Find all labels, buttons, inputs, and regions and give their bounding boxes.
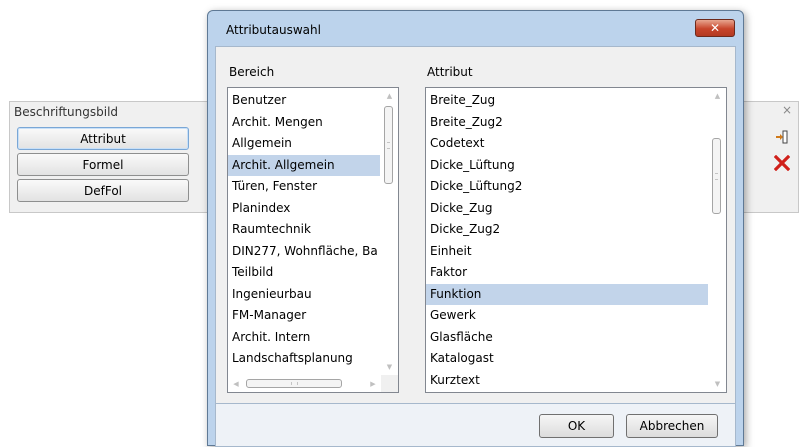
- palette-title: Beschriftungsbild: [14, 105, 119, 119]
- list-item[interactable]: Dicke_Lüftung2: [426, 176, 708, 198]
- insert-column-icon[interactable]: [775, 130, 789, 147]
- grip-icon: [291, 382, 298, 385]
- ok-button[interactable]: OK: [539, 414, 614, 438]
- list-item[interactable]: Breite_Zug2: [426, 112, 708, 134]
- list-item[interactable]: Ingenieurbau: [228, 284, 380, 306]
- scrollbar-corner: [381, 375, 398, 392]
- list-item[interactable]: Breite_Zug: [426, 90, 708, 112]
- scroll-thumb[interactable]: [712, 138, 721, 214]
- list-item[interactable]: Dicke_Zug2: [426, 219, 708, 241]
- close-button[interactable]: ✕: [695, 19, 735, 37]
- bereich-vertical-scrollbar[interactable]: ▲ ▼: [381, 88, 398, 375]
- grip-icon: [387, 142, 390, 149]
- close-icon[interactable]: ×: [782, 103, 792, 117]
- close-icon: ✕: [709, 21, 721, 35]
- formel-button[interactable]: Formel: [17, 153, 189, 176]
- bereich-horizontal-scrollbar[interactable]: ◀ ▶: [228, 375, 381, 392]
- attribut-list: Breite_Zug Breite_Zug2 Codetext Dicke_Lü…: [426, 90, 708, 391]
- scroll-down-icon[interactable]: ▼: [381, 359, 398, 375]
- list-item-selected[interactable]: Archit. Allgemein: [228, 154, 380, 176]
- attributauswahl-dialog: Attributauswahl ✕ Bereich Attribut Benut…: [207, 10, 744, 447]
- ok-button-label: OK: [567, 419, 586, 433]
- attribut-button[interactable]: Attribut: [17, 127, 189, 150]
- attribut-label: Attribut: [427, 65, 473, 79]
- attribut-listbox[interactable]: Breite_Zug Breite_Zug2 Codetext Dicke_Lü…: [425, 87, 727, 393]
- scroll-up-icon[interactable]: ▲: [381, 88, 398, 104]
- formel-button-label: Formel: [82, 157, 124, 172]
- list-item[interactable]: Faktor: [426, 262, 708, 284]
- list-item[interactable]: Kurztext: [426, 370, 708, 392]
- bereich-list: Benutzer Archit. Mengen Allgemein Archit…: [228, 90, 380, 370]
- list-item[interactable]: Landschaftsplanung: [228, 348, 380, 370]
- list-item-selected[interactable]: Funktion: [426, 283, 708, 305]
- attribut-vertical-scrollbar[interactable]: ▲ ▼: [709, 88, 726, 392]
- list-item[interactable]: Planindex: [228, 198, 380, 220]
- list-item[interactable]: Archit. Intern: [228, 327, 380, 349]
- scroll-thumb[interactable]: [384, 106, 393, 184]
- deffol-button[interactable]: DefFol: [17, 179, 189, 202]
- abbrechen-button[interactable]: Abbrechen: [626, 414, 718, 438]
- list-item[interactable]: Dicke_Lüftung: [426, 155, 708, 177]
- list-item[interactable]: Allgemein: [228, 133, 380, 155]
- delete-x-icon[interactable]: [773, 154, 791, 174]
- abbrechen-button-label: Abbrechen: [639, 419, 705, 433]
- attribut-button-label: Attribut: [80, 131, 126, 146]
- list-item[interactable]: Katalogast: [426, 348, 708, 370]
- bereich-label: Bereich: [229, 65, 275, 79]
- scroll-left-icon[interactable]: ◀: [228, 375, 244, 392]
- list-item[interactable]: Benutzer: [228, 90, 380, 112]
- bereich-listbox[interactable]: Benutzer Archit. Mengen Allgemein Archit…: [227, 87, 399, 393]
- scroll-thumb[interactable]: [246, 379, 342, 388]
- grip-icon: [715, 173, 718, 180]
- list-item[interactable]: Raumtechnik: [228, 219, 380, 241]
- list-item[interactable]: Dicke_Zug: [426, 198, 708, 220]
- scroll-up-icon[interactable]: ▲: [709, 88, 726, 104]
- dialog-client-area: Bereich Attribut Benutzer Archit. Mengen…: [215, 46, 736, 404]
- dialog-title: Attributauswahl: [226, 23, 321, 37]
- list-item[interactable]: Türen, Fenster: [228, 176, 380, 198]
- list-item[interactable]: Archit. Mengen: [228, 112, 380, 134]
- dialog-footer: OK Abbrechen: [215, 404, 736, 447]
- list-item[interactable]: Glasfläche: [426, 327, 708, 349]
- list-item[interactable]: Teilbild: [228, 262, 380, 284]
- scroll-down-icon[interactable]: ▼: [709, 376, 726, 392]
- list-item[interactable]: FM-Manager: [228, 305, 380, 327]
- scroll-right-icon[interactable]: ▶: [365, 375, 381, 392]
- list-item[interactable]: Codetext: [426, 133, 708, 155]
- list-item[interactable]: DIN277, Wohnfläche, Ba: [228, 241, 380, 263]
- list-item[interactable]: Einheit: [426, 241, 708, 263]
- deffol-button-label: DefFol: [84, 183, 122, 198]
- list-item[interactable]: Gewerk: [426, 305, 708, 327]
